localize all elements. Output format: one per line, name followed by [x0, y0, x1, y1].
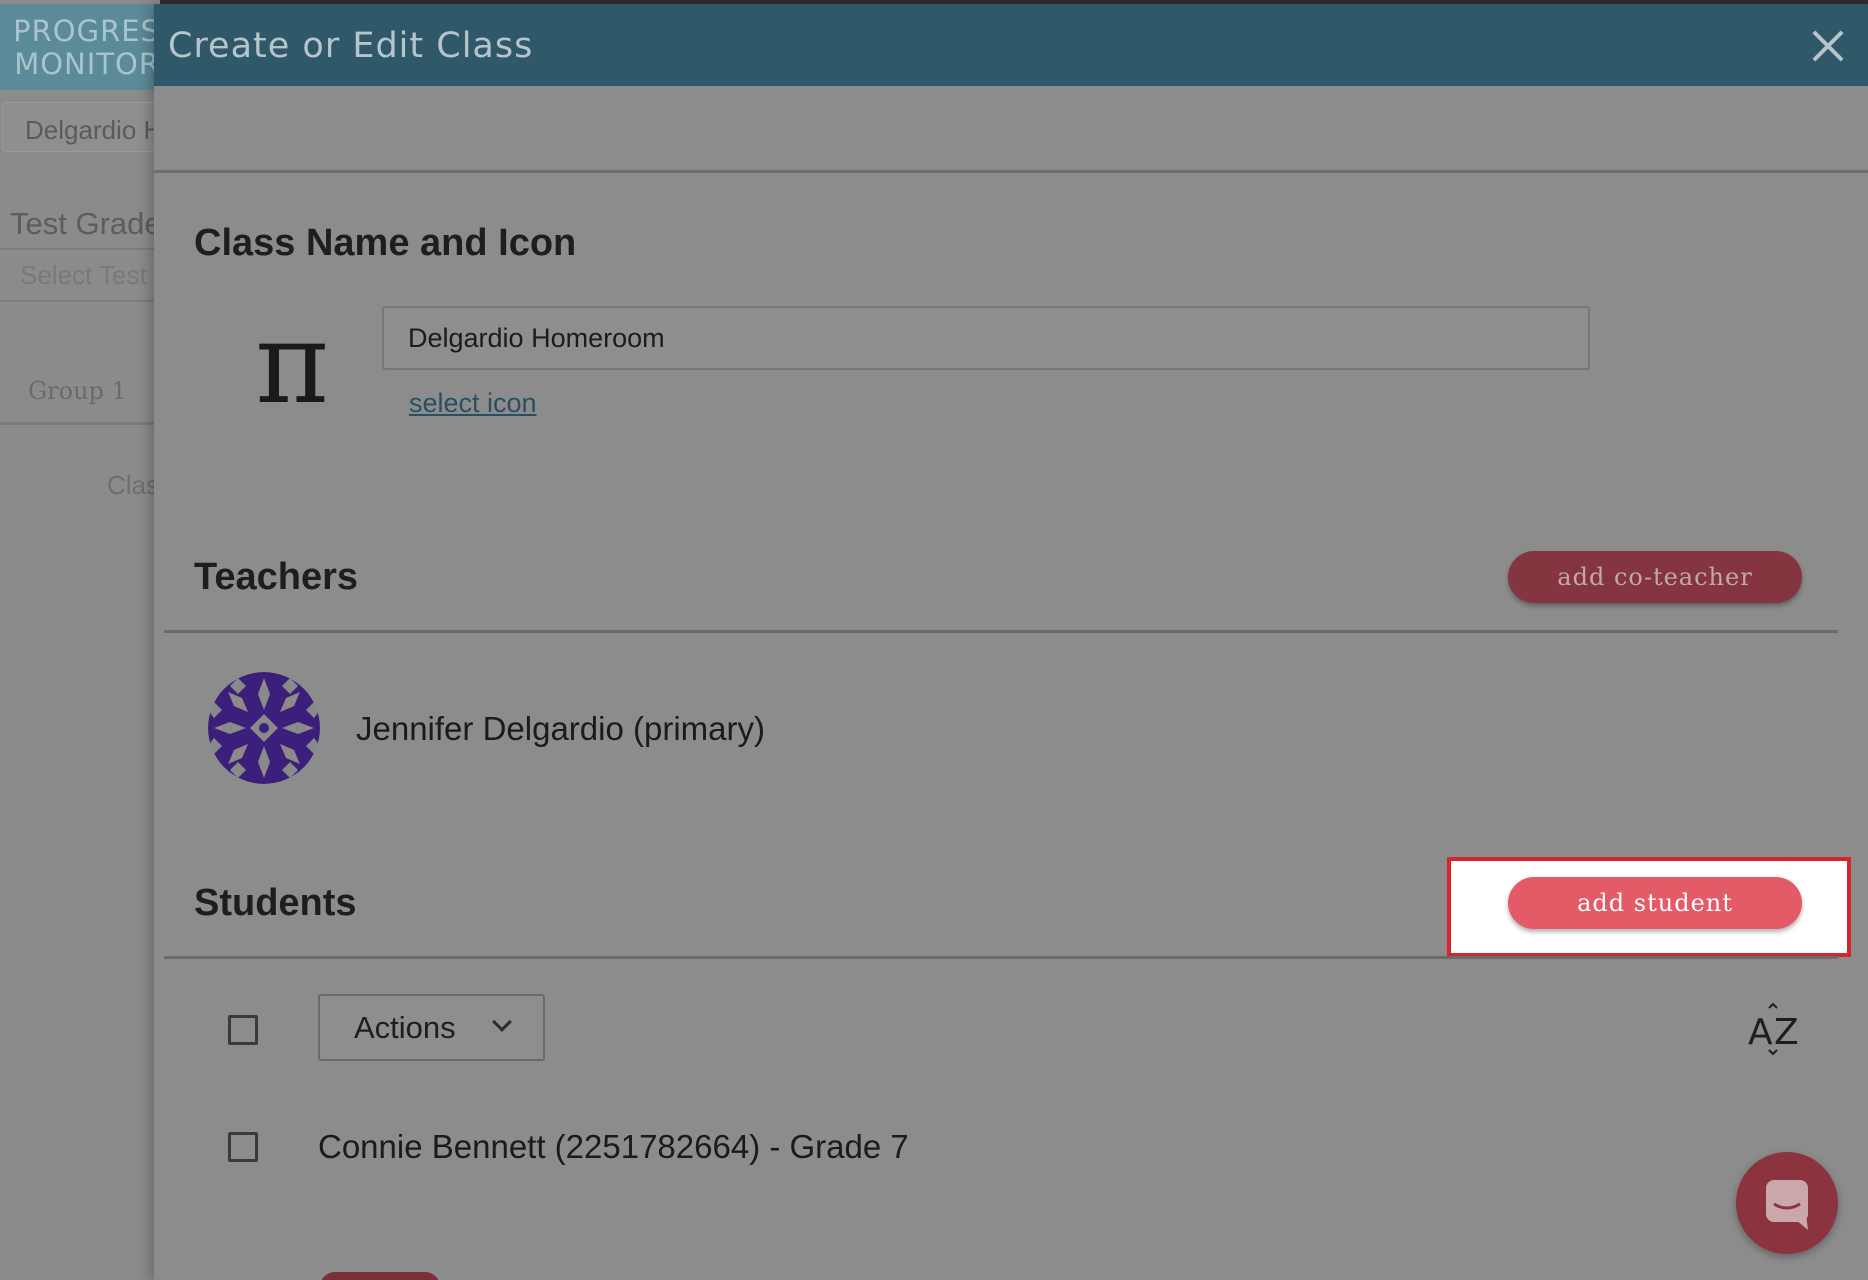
- svg-text:Z: Z: [1774, 1012, 1799, 1053]
- divider: [164, 956, 1838, 959]
- chevron-down-icon: [492, 1012, 512, 1032]
- teachers-section-title: Teachers: [194, 556, 359, 598]
- background-sidebar: PROGRES MONITOR Delgardio H Test Grade S…: [0, 0, 172, 1280]
- divider: [154, 170, 1868, 173]
- select-test-dropdown[interactable]: Select Test: [20, 260, 147, 291]
- student-row-checkbox[interactable]: [228, 1132, 258, 1162]
- edit-class-modal: Create or Edit Class Class Name and Icon…: [154, 4, 1868, 1280]
- class-name-input[interactable]: [382, 306, 1590, 370]
- class-label: Clas: [107, 470, 160, 500]
- students-section-title: Students: [194, 882, 357, 924]
- divider: [164, 630, 1838, 633]
- select-icon-link[interactable]: select icon: [409, 388, 537, 419]
- group-tab[interactable]: Group 1: [28, 377, 127, 405]
- add-student-button[interactable]: add student: [1508, 877, 1802, 929]
- actions-label: Actions: [354, 1009, 456, 1045]
- student-name: Connie Bennett (2251782664) - Grade 7: [318, 1128, 909, 1165]
- modal-title: Create or Edit Class: [168, 26, 534, 66]
- logo-line-2: MONITOR: [14, 47, 160, 81]
- close-icon[interactable]: [1808, 26, 1848, 66]
- actions-dropdown[interactable]: Actions: [318, 994, 545, 1061]
- chat-icon[interactable]: [1736, 1152, 1838, 1254]
- sort-az-icon[interactable]: A Z: [1748, 1002, 1804, 1058]
- teacher-name: Jennifer Delgardio (primary): [356, 710, 765, 747]
- svg-text:A: A: [1748, 1012, 1773, 1053]
- divider: [0, 422, 160, 425]
- divider: [0, 300, 160, 302]
- pi-icon: π: [255, 299, 329, 429]
- avatar: [208, 672, 320, 784]
- add-co-teacher-button[interactable]: add co-teacher: [1508, 551, 1802, 603]
- select-all-checkbox[interactable]: [228, 1015, 258, 1045]
- school-select[interactable]: Delgardio H: [2, 102, 172, 152]
- logo-line-1: PROGRES: [13, 14, 160, 48]
- save-button[interactable]: [320, 1272, 440, 1280]
- divider: [0, 248, 160, 250]
- app-logo: PROGRES MONITOR: [0, 4, 160, 90]
- class-name-section-title: Class Name and Icon: [194, 222, 577, 264]
- modal-header: Create or Edit Class: [154, 4, 1868, 86]
- test-grade-label: Test Grade: [10, 206, 162, 241]
